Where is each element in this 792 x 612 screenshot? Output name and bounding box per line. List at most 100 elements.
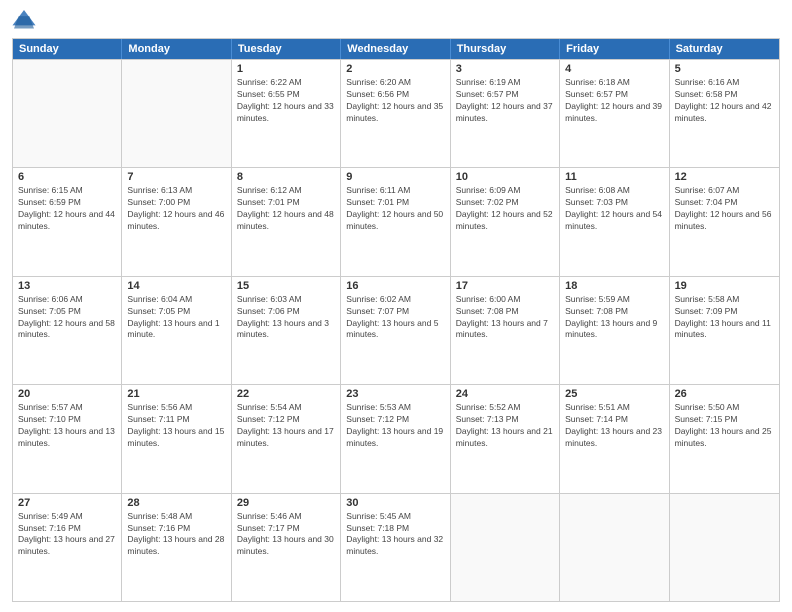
day-info: Sunrise: 6:09 AM Sunset: 7:02 PM Dayligh…	[456, 185, 554, 233]
calendar-row: 1 Sunrise: 6:22 AM Sunset: 6:55 PM Daylig…	[13, 59, 779, 167]
day-number: 21	[127, 388, 225, 400]
day-info: Sunrise: 6:16 AM Sunset: 6:58 PM Dayligh…	[675, 77, 774, 125]
day-number: 1	[237, 63, 335, 75]
calendar-cell: 28 Sunrise: 5:48 AM Sunset: 7:16 PM Dayli…	[122, 494, 231, 601]
calendar-cell: 26 Sunrise: 5:50 AM Sunset: 7:15 PM Dayli…	[670, 385, 779, 492]
calendar-cell: 24 Sunrise: 5:52 AM Sunset: 7:13 PM Dayli…	[451, 385, 560, 492]
day-info: Sunrise: 5:49 AM Sunset: 7:16 PM Dayligh…	[18, 511, 116, 559]
calendar-cell: 5 Sunrise: 6:16 AM Sunset: 6:58 PM Daylig…	[670, 60, 779, 167]
day-info: Sunrise: 5:58 AM Sunset: 7:09 PM Dayligh…	[675, 294, 774, 342]
calendar-cell: 4 Sunrise: 6:18 AM Sunset: 6:57 PM Daylig…	[560, 60, 669, 167]
day-number: 10	[456, 171, 554, 183]
logo-icon	[12, 10, 36, 30]
day-info: Sunrise: 6:06 AM Sunset: 7:05 PM Dayligh…	[18, 294, 116, 342]
day-number: 4	[565, 63, 663, 75]
weekday-header: Monday	[122, 39, 231, 59]
calendar-cell: 8 Sunrise: 6:12 AM Sunset: 7:01 PM Daylig…	[232, 168, 341, 275]
day-info: Sunrise: 5:51 AM Sunset: 7:14 PM Dayligh…	[565, 402, 663, 450]
calendar-cell: 17 Sunrise: 6:00 AM Sunset: 7:08 PM Dayli…	[451, 277, 560, 384]
day-info: Sunrise: 6:22 AM Sunset: 6:55 PM Dayligh…	[237, 77, 335, 125]
weekday-header: Sunday	[13, 39, 122, 59]
day-number: 13	[18, 280, 116, 292]
calendar-cell	[122, 60, 231, 167]
day-info: Sunrise: 6:18 AM Sunset: 6:57 PM Dayligh…	[565, 77, 663, 125]
day-number: 17	[456, 280, 554, 292]
day-number: 7	[127, 171, 225, 183]
day-info: Sunrise: 5:52 AM Sunset: 7:13 PM Dayligh…	[456, 402, 554, 450]
day-number: 6	[18, 171, 116, 183]
calendar-cell: 18 Sunrise: 5:59 AM Sunset: 7:08 PM Dayli…	[560, 277, 669, 384]
day-info: Sunrise: 6:13 AM Sunset: 7:00 PM Dayligh…	[127, 185, 225, 233]
day-info: Sunrise: 5:59 AM Sunset: 7:08 PM Dayligh…	[565, 294, 663, 342]
day-number: 2	[346, 63, 444, 75]
calendar-cell: 30 Sunrise: 5:45 AM Sunset: 7:18 PM Dayli…	[341, 494, 450, 601]
calendar-cell: 29 Sunrise: 5:46 AM Sunset: 7:17 PM Dayli…	[232, 494, 341, 601]
weekday-header: Wednesday	[341, 39, 450, 59]
logo	[12, 10, 40, 30]
day-info: Sunrise: 5:50 AM Sunset: 7:15 PM Dayligh…	[675, 402, 774, 450]
calendar-body: 1 Sunrise: 6:22 AM Sunset: 6:55 PM Daylig…	[13, 59, 779, 601]
calendar-cell	[451, 494, 560, 601]
day-info: Sunrise: 5:48 AM Sunset: 7:16 PM Dayligh…	[127, 511, 225, 559]
calendar-cell: 1 Sunrise: 6:22 AM Sunset: 6:55 PM Daylig…	[232, 60, 341, 167]
header	[12, 10, 780, 30]
day-info: Sunrise: 6:20 AM Sunset: 6:56 PM Dayligh…	[346, 77, 444, 125]
day-info: Sunrise: 5:56 AM Sunset: 7:11 PM Dayligh…	[127, 402, 225, 450]
calendar-cell: 12 Sunrise: 6:07 AM Sunset: 7:04 PM Dayli…	[670, 168, 779, 275]
day-info: Sunrise: 6:03 AM Sunset: 7:06 PM Dayligh…	[237, 294, 335, 342]
day-number: 28	[127, 497, 225, 509]
calendar-cell: 9Sunrise: 6:11 AM Sunset: 7:01 PM Daylig…	[341, 168, 450, 275]
calendar-cell	[13, 60, 122, 167]
day-number: 20	[18, 388, 116, 400]
day-info: Sunrise: 5:54 AM Sunset: 7:12 PM Dayligh…	[237, 402, 335, 450]
day-number: 30	[346, 497, 444, 509]
calendar-cell: 16 Sunrise: 6:02 AM Sunset: 7:07 PM Dayli…	[341, 277, 450, 384]
day-number: 16	[346, 280, 444, 292]
day-number: 5	[675, 63, 774, 75]
calendar-cell	[560, 494, 669, 601]
day-number: 12	[675, 171, 774, 183]
day-number: 8	[237, 171, 335, 183]
calendar-cell: 27 Sunrise: 5:49 AM Sunset: 7:16 PM Dayli…	[13, 494, 122, 601]
day-number: 14	[127, 280, 225, 292]
page-container: SundayMondayTuesdayWednesdayThursdayFrid…	[0, 0, 792, 612]
day-info: Sunrise: 6:02 AM Sunset: 7:07 PM Dayligh…	[346, 294, 444, 342]
day-number: 18	[565, 280, 663, 292]
calendar-cell: 10 Sunrise: 6:09 AM Sunset: 7:02 PM Dayli…	[451, 168, 560, 275]
day-number: 29	[237, 497, 335, 509]
day-info: Sunrise: 5:53 AM Sunset: 7:12 PM Dayligh…	[346, 402, 444, 450]
day-number: 19	[675, 280, 774, 292]
calendar-cell: 11Sunrise: 6:08 AM Sunset: 7:03 PM Dayli…	[560, 168, 669, 275]
day-info: Sunrise: 6:08 AM Sunset: 7:03 PM Dayligh…	[565, 185, 663, 233]
calendar-cell: 21 Sunrise: 5:56 AM Sunset: 7:11 PM Dayli…	[122, 385, 231, 492]
weekday-header: Friday	[560, 39, 669, 59]
calendar-cell: 22 Sunrise: 5:54 AM Sunset: 7:12 PM Dayli…	[232, 385, 341, 492]
calendar-cell: 2 Sunrise: 6:20 AM Sunset: 6:56 PM Daylig…	[341, 60, 450, 167]
calendar-cell: 20 Sunrise: 5:57 AM Sunset: 7:10 PM Dayli…	[13, 385, 122, 492]
day-number: 23	[346, 388, 444, 400]
calendar-row: 6Sunrise: 6:15 AM Sunset: 6:59 PM Daylig…	[13, 167, 779, 275]
day-info: Sunrise: 5:46 AM Sunset: 7:17 PM Dayligh…	[237, 511, 335, 559]
day-info: Sunrise: 6:19 AM Sunset: 6:57 PM Dayligh…	[456, 77, 554, 125]
day-number: 24	[456, 388, 554, 400]
calendar-cell: 23 Sunrise: 5:53 AM Sunset: 7:12 PM Dayli…	[341, 385, 450, 492]
day-number: 27	[18, 497, 116, 509]
day-info: Sunrise: 5:57 AM Sunset: 7:10 PM Dayligh…	[18, 402, 116, 450]
calendar-cell: 3Sunrise: 6:19 AM Sunset: 6:57 PM Daylig…	[451, 60, 560, 167]
calendar-row: 13 Sunrise: 6:06 AM Sunset: 7:05 PM Dayli…	[13, 276, 779, 384]
day-info: Sunrise: 6:00 AM Sunset: 7:08 PM Dayligh…	[456, 294, 554, 342]
day-info: Sunrise: 6:11 AM Sunset: 7:01 PM Dayligh…	[346, 185, 444, 233]
day-info: Sunrise: 6:07 AM Sunset: 7:04 PM Dayligh…	[675, 185, 774, 233]
calendar-cell: 6Sunrise: 6:15 AM Sunset: 6:59 PM Daylig…	[13, 168, 122, 275]
weekday-header: Tuesday	[232, 39, 341, 59]
day-number: 26	[675, 388, 774, 400]
calendar-header: SundayMondayTuesdayWednesdayThursdayFrid…	[13, 39, 779, 59]
day-info: Sunrise: 5:45 AM Sunset: 7:18 PM Dayligh…	[346, 511, 444, 559]
day-number: 15	[237, 280, 335, 292]
calendar-cell: 13 Sunrise: 6:06 AM Sunset: 7:05 PM Dayli…	[13, 277, 122, 384]
day-number: 25	[565, 388, 663, 400]
day-number: 22	[237, 388, 335, 400]
day-info: Sunrise: 6:12 AM Sunset: 7:01 PM Dayligh…	[237, 185, 335, 233]
calendar-row: 27 Sunrise: 5:49 AM Sunset: 7:16 PM Dayli…	[13, 493, 779, 601]
calendar-cell: 19 Sunrise: 5:58 AM Sunset: 7:09 PM Dayli…	[670, 277, 779, 384]
